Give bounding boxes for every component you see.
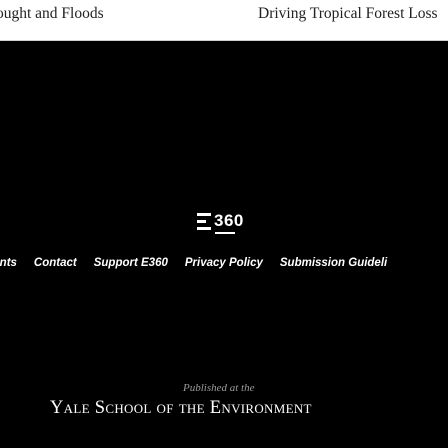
- logo-text: 360: [214, 211, 244, 230]
- footer-link-support[interactable]: Support E360: [94, 257, 168, 269]
- logo-underline: [215, 232, 235, 234]
- footer-link-submission[interactable]: Submission Guideli: [280, 257, 387, 269]
- footer-link-privacy[interactable]: Privacy Policy: [185, 257, 263, 269]
- e-logo-icon: [197, 212, 211, 230]
- related-articles-strip: ought and Floods Driving Tropical Forest…: [0, 0, 448, 41]
- related-article-link[interactable]: Driving Tropical Forest Loss: [258, 5, 438, 23]
- footer-link-contact[interactable]: Contact: [34, 257, 77, 269]
- footer-nav: rints Contact Support E360 Privacy Polic…: [0, 257, 387, 269]
- published-at-label: Published at the: [183, 382, 255, 394]
- yale-school-link[interactable]: Yale School of the Environment: [50, 398, 312, 419]
- related-article-link[interactable]: ought and Floods: [0, 5, 104, 23]
- footer-link-reprints[interactable]: rints: [0, 257, 17, 269]
- e360-logo[interactable]: 360: [197, 208, 244, 234]
